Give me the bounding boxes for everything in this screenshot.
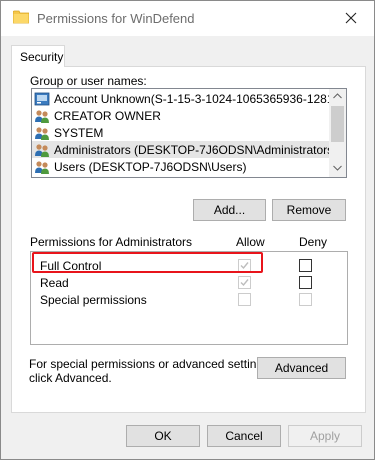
group-user-listbox[interactable]: Account Unknown(S-1-15-3-1024-1065365936… [31, 88, 347, 178]
add-button[interactable]: Add... [193, 199, 266, 221]
permission-row-read: Read [31, 273, 347, 291]
list-item[interactable]: Account Unknown(S-1-15-3-1024-1065365936… [32, 90, 330, 107]
permission-row-special: Special permissions [31, 290, 347, 308]
folder-icon [12, 10, 30, 24]
close-button[interactable] [337, 5, 365, 31]
list-item-label: CREATOR OWNER [54, 108, 161, 123]
allow-checkbox[interactable] [238, 276, 251, 289]
advanced-note-line2: click Advanced. [29, 371, 112, 385]
permissions-title: Permissions for Administrators [30, 235, 193, 249]
list-item-label: Account Unknown(S-1-15-3-1024-1065365936… [54, 91, 330, 106]
users-group-icon [35, 126, 49, 140]
list-item[interactable]: Users (DESKTOP-7J6ODSN\Users) [32, 158, 330, 175]
remove-button[interactable]: Remove [272, 199, 346, 221]
allow-checkbox[interactable] [238, 293, 251, 306]
scroll-thumb[interactable] [331, 106, 344, 142]
scroll-up-icon[interactable] [333, 93, 342, 99]
deny-checkbox[interactable] [299, 276, 312, 289]
list-item[interactable]: CREATOR OWNER [32, 107, 330, 124]
tab-security-label: Security [20, 50, 64, 64]
users-group-icon [35, 160, 49, 174]
permissions-dialog: Permissions for WinDefend Security Group… [0, 0, 375, 460]
users-group-icon [35, 143, 49, 157]
title-bar: Permissions for WinDefend [1, 1, 374, 36]
group-list-label: Group or user names: [30, 74, 147, 88]
advanced-button[interactable]: Advanced [257, 357, 346, 379]
permission-name: Read [40, 276, 69, 290]
allow-column-header: Allow [236, 235, 265, 249]
list-item[interactable]: SYSTEM [32, 124, 330, 141]
list-item-label: Users (DESKTOP-7J6ODSN\Users) [54, 159, 247, 174]
list-scrollbar[interactable] [329, 89, 346, 177]
full-control-highlight [32, 252, 263, 273]
list-item-label: SYSTEM [54, 125, 104, 140]
list-item-selected[interactable]: Administrators (DESKTOP-7J6ODSN\Administ… [32, 141, 330, 158]
scroll-down-icon[interactable] [333, 165, 342, 171]
deny-checkbox[interactable] [299, 259, 312, 272]
deny-checkbox[interactable] [299, 293, 312, 306]
apply-button[interactable]: Apply [288, 425, 362, 447]
tab-security[interactable]: Security [11, 45, 65, 67]
list-item-label: Administrators (DESKTOP-7J6ODSN\Administ… [54, 142, 330, 157]
window-title: Permissions for WinDefend [37, 11, 195, 26]
unknown-account-icon [34, 92, 50, 105]
checkmark-icon [240, 279, 249, 287]
deny-column-header: Deny [299, 235, 328, 249]
close-icon [345, 12, 357, 24]
users-group-icon [35, 109, 49, 123]
advanced-note-line1: For special permissions or advanced sett… [29, 357, 273, 371]
cancel-button[interactable]: Cancel [207, 425, 281, 447]
ok-button[interactable]: OK [126, 425, 200, 447]
permission-name: Special permissions [40, 293, 147, 307]
